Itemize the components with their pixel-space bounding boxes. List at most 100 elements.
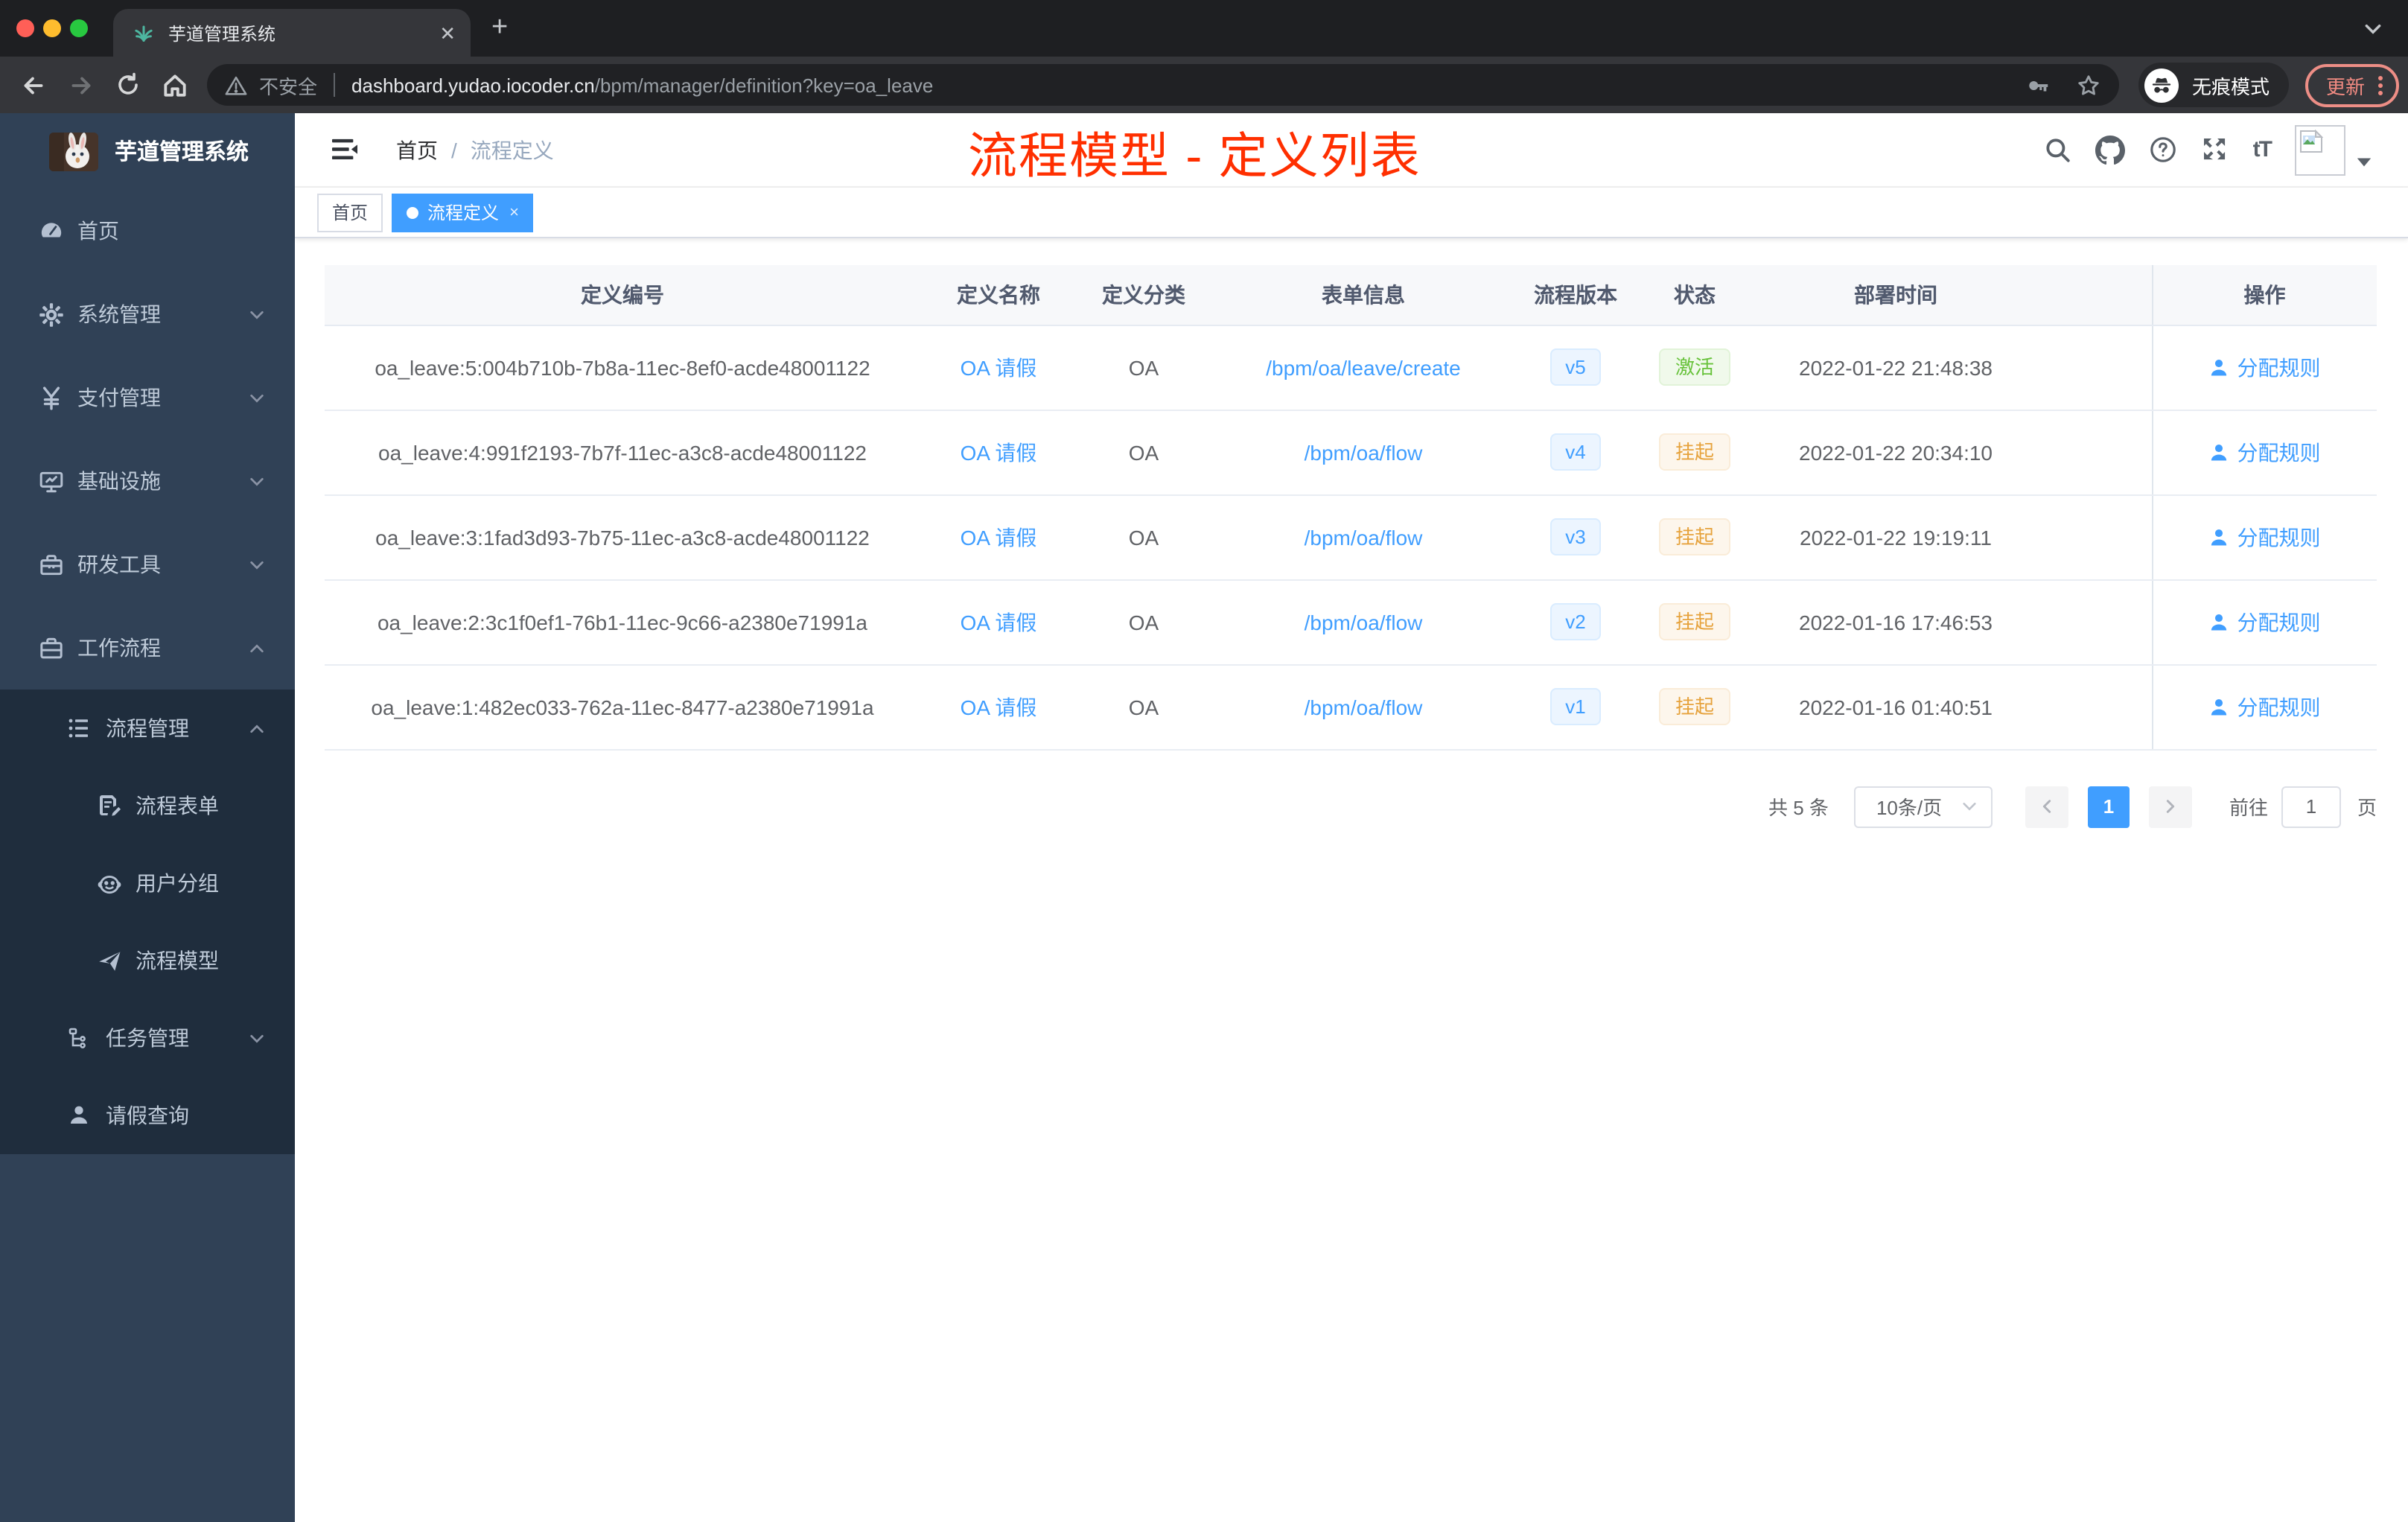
chevron-right-icon [2166, 800, 2175, 813]
sidebar-item-label: 流程管理 [106, 716, 189, 740]
dashboard-icon [37, 217, 64, 244]
tag-close-icon[interactable]: × [509, 203, 519, 221]
app-header: 首页 / 流程定义 流程模型 - 定义列表 tT [295, 113, 2408, 188]
not-secure-warning-icon [225, 74, 247, 96]
sidebar-item-payment[interactable]: 支付管理 [0, 356, 295, 439]
new-tab-button[interactable]: + [491, 12, 508, 45]
definition-name-link[interactable]: OA 请假 [961, 440, 1037, 464]
page-size-select[interactable]: 10条/页 [1853, 786, 1993, 827]
definition-name-link[interactable]: OA 请假 [961, 695, 1037, 719]
chevron-down-icon [249, 1030, 265, 1046]
sidebar-item-process-manage[interactable]: 流程管理 [0, 690, 295, 767]
favicon-plant-icon [133, 22, 155, 44]
current-page-button[interactable]: 1 [2087, 786, 2130, 827]
breadcrumb-home[interactable]: 首页 [396, 135, 438, 165]
table-row: oa_leave:4:991f2193-7b7f-11ec-a3c8-acde4… [325, 410, 2377, 495]
goto-page-input[interactable] [2281, 786, 2341, 827]
tab-title: 芋道管理系统 [168, 23, 276, 44]
tags-view-bar: 首页 流程定义 × [295, 188, 2408, 238]
active-tag-dot [407, 206, 419, 218]
breadcrumb-current: 流程定义 [470, 138, 554, 162]
sidebar-item-label: 流程表单 [136, 794, 219, 818]
col-actions: 操作 [2151, 265, 2377, 325]
sidebar-item-label: 用户分组 [136, 871, 219, 895]
sidebar-item-task-manage[interactable]: 任务管理 [0, 999, 295, 1077]
prev-page-button[interactable] [2025, 786, 2068, 827]
bookmark-star-icon[interactable] [2076, 72, 2101, 98]
status-badge: 挂起 [1658, 518, 1730, 555]
form-link[interactable]: /bpm/oa/leave/create [1266, 355, 1461, 379]
col-status: 状态 [1635, 265, 1754, 325]
address-bar[interactable]: 不安全 dashboard.yudao.iocoder.cn/bpm/manag… [207, 64, 2119, 106]
col-process-version: 流程版本 [1516, 265, 1635, 325]
breadcrumb-separator: / [451, 138, 457, 162]
sidebar-item-infrastructure[interactable]: 基础设施 [0, 439, 295, 523]
sidebar-item-system[interactable]: 系统管理 [0, 273, 295, 356]
form-link[interactable]: /bpm/oa/flow [1305, 440, 1423, 464]
sidebar-collapse-icon[interactable] [331, 137, 359, 162]
assign-rule-button[interactable]: 分配规则 [2209, 352, 2321, 382]
incognito-label: 无痕模式 [2192, 75, 2270, 98]
sidebar-item-devtools[interactable]: 研发工具 [0, 523, 295, 606]
sidebar-item-home[interactable]: 首页 [0, 189, 295, 273]
sidebar-item-leave-query[interactable]: 请假查询 [0, 1077, 295, 1154]
pagination-total: 共 5 条 [1768, 797, 1829, 819]
window-minimize-button[interactable] [43, 19, 61, 37]
version-tag[interactable]: v4 [1550, 433, 1601, 471]
avatar-broken-image[interactable] [2295, 124, 2345, 175]
tag-process-definition[interactable]: 流程定义 × [392, 193, 534, 232]
sidebar-logo-row[interactable]: 芋道管理系统 [0, 113, 295, 189]
sidebar-item-workflow[interactable]: 工作流程 [0, 606, 295, 690]
sidebar-item-process-form[interactable]: 流程表单 [0, 767, 295, 844]
back-button-icon[interactable] [19, 71, 48, 99]
toolbox-icon [37, 551, 64, 578]
tag-home[interactable]: 首页 [317, 193, 383, 232]
search-icon[interactable] [2043, 136, 2071, 164]
form-link[interactable]: /bpm/oa/flow [1305, 525, 1423, 549]
sidebar-item-user-group[interactable]: 用户分组 [0, 844, 295, 922]
assign-rule-button[interactable]: 分配规则 [2209, 522, 2321, 552]
avatar-caret-down-icon[interactable] [2356, 156, 2372, 168]
cell-deploy-time: 2022-01-22 19:19:11 [1754, 494, 2037, 580]
user-icon [2211, 528, 2227, 545]
window-zoom-button[interactable] [70, 19, 88, 37]
pagination: 共 5 条 10条/页 1 前往 页 [325, 786, 2377, 827]
font-size-icon[interactable]: tT [2253, 137, 2272, 162]
browser-toolbar: 不安全 dashboard.yudao.iocoder.cn/bpm/manag… [0, 57, 2408, 113]
version-tag[interactable]: v5 [1550, 348, 1601, 386]
browser-tab[interactable]: 芋道管理系统 ✕ [113, 9, 471, 57]
tab-search-chevron-icon[interactable] [2363, 19, 2383, 46]
password-key-icon[interactable] [2025, 72, 2051, 98]
definition-name-link[interactable]: OA 请假 [961, 355, 1037, 379]
fullscreen-icon[interactable] [2201, 136, 2229, 164]
version-tag[interactable]: v1 [1550, 688, 1601, 725]
sidebar-item-process-model[interactable]: 流程模型 [0, 922, 295, 999]
user-icon [2211, 613, 2227, 630]
reload-button-icon[interactable] [115, 71, 141, 98]
browser-update-menu-button[interactable]: 更新 [2305, 63, 2400, 106]
form-link[interactable]: /bpm/oa/flow [1305, 695, 1423, 719]
assign-rule-button[interactable]: 分配规则 [2209, 692, 2321, 722]
help-question-icon[interactable] [2149, 136, 2177, 164]
next-page-button[interactable] [2148, 786, 2192, 827]
assign-rule-button[interactable]: 分配规则 [2209, 437, 2321, 467]
cell-category: OA [1077, 579, 1211, 665]
form-link[interactable]: /bpm/oa/flow [1305, 610, 1423, 634]
definition-name-link[interactable]: OA 请假 [961, 610, 1037, 634]
github-icon[interactable] [2095, 135, 2125, 165]
send-icon [95, 947, 122, 974]
window-close-button[interactable] [16, 19, 34, 37]
yen-icon [37, 384, 64, 411]
cell-deploy-time: 2022-01-22 21:48:38 [1754, 325, 2037, 410]
version-tag[interactable]: v3 [1550, 518, 1601, 555]
url-divider [334, 73, 336, 97]
chevron-down-icon [249, 306, 265, 322]
sidebar-item-label: 基础设施 [77, 469, 161, 493]
version-tag[interactable]: v2 [1550, 603, 1601, 640]
home-button-icon[interactable] [161, 71, 189, 99]
definition-name-link[interactable]: OA 请假 [961, 525, 1037, 549]
assign-rule-button[interactable]: 分配规则 [2209, 607, 2321, 637]
forward-button-icon[interactable] [67, 71, 95, 99]
col-deploy-time: 部署时间 [1754, 265, 2037, 325]
tab-close-icon[interactable]: ✕ [439, 23, 456, 42]
